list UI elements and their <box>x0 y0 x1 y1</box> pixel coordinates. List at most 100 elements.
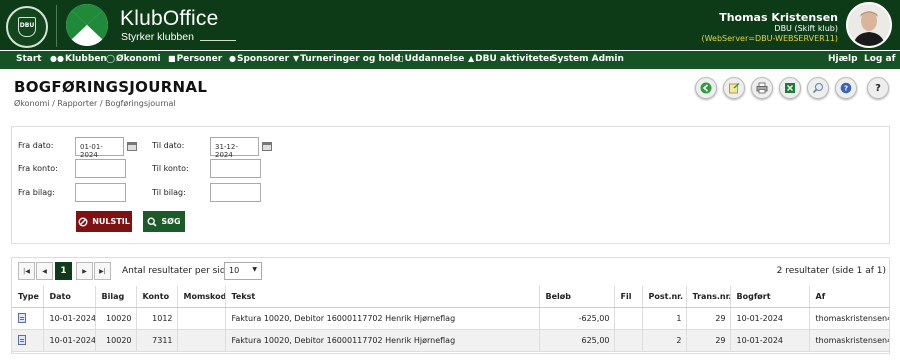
server-info: (WebServer=DBU-WEBSERVER11) <box>701 34 838 43</box>
til-konto-input[interactable] <box>210 159 261 178</box>
col-bilag[interactable]: Bilag <box>95 286 137 308</box>
fra-dato-label: Fra dato: <box>18 141 54 150</box>
col-postnr[interactable]: Post.nr. <box>642 286 687 308</box>
per-page-select[interactable]: 10 ▼ <box>224 262 262 280</box>
breadcrumb[interactable]: Økonomi / Rapporter / Bogføringsjournal <box>14 99 176 108</box>
avatar[interactable] <box>846 2 892 48</box>
brand-subtitle: Styrker klubben <box>121 31 194 43</box>
calendar-icon[interactable] <box>127 142 137 151</box>
nav-oekonomi[interactable]: ◯Økonomi <box>106 54 161 64</box>
nav-dbu-aktiviteter-label: DBU aktiviteter <box>475 54 554 64</box>
nav-oekonomi-label: Økonomi <box>115 54 161 64</box>
fra-konto-input[interactable] <box>75 159 126 178</box>
chevron-down-icon: ▼ <box>252 266 257 273</box>
excel-button[interactable] <box>779 77 801 99</box>
zoom-button[interactable] <box>807 77 829 99</box>
col-fil[interactable]: Fil <box>614 286 643 308</box>
question-button[interactable]: ? <box>867 77 889 99</box>
user-photo-icon <box>848 4 890 46</box>
bilag-cell: 10020 <box>95 307 137 330</box>
col-type[interactable]: Type <box>12 286 44 308</box>
nav-dbu-aktiviteter[interactable]: ▲DBU aktiviteter <box>468 54 554 64</box>
bogfoert-cell: 10-01-2024 <box>730 329 810 352</box>
person-icon: ■ <box>168 54 176 63</box>
fil-cell <box>614 329 643 352</box>
dbu-logo[interactable]: DBU <box>6 6 48 48</box>
dato-cell: 10-01-2024 <box>43 329 96 352</box>
ban-icon <box>78 217 88 226</box>
nav-sponsorer[interactable]: ●Sponsorer <box>229 54 289 64</box>
prev-page-button[interactable]: ◀ <box>36 262 53 280</box>
nav-help[interactable]: Hjælp <box>828 54 858 64</box>
question-icon: ? <box>875 82 881 94</box>
transnr-cell: 29 <box>686 307 731 330</box>
fra-dato-input[interactable]: 01-01-2024 <box>75 137 124 159</box>
user-name[interactable]: Thomas Kristensen <box>719 11 838 24</box>
svg-text:?: ? <box>844 85 848 93</box>
user-club-switch[interactable]: DBU (Skift klub) <box>774 24 838 33</box>
postnr-cell: 1 <box>642 307 687 330</box>
nav-turneringer-label: Turneringer og hold <box>300 54 401 64</box>
nav-uddannelse[interactable]: □Uddannelse <box>396 54 464 64</box>
last-page-button[interactable]: ▶| <box>94 262 111 280</box>
nav-system-admin[interactable]: System Admin <box>551 54 624 64</box>
col-bogfoert[interactable]: Bogført <box>730 286 810 308</box>
document-icon[interactable] <box>18 335 26 345</box>
first-page-button[interactable]: |◀ <box>18 262 35 280</box>
nav-personer[interactable]: ■Personer <box>168 54 222 64</box>
result-count: 2 resultater (side 1 af 1) <box>776 266 886 276</box>
nav-logout[interactable]: Log af <box>864 54 895 64</box>
page-number-button[interactable]: 1 <box>55 262 72 280</box>
col-transnr[interactable]: Trans.nr. <box>686 286 731 308</box>
kluboffice-logo[interactable] <box>66 4 108 46</box>
nav-start[interactable]: Start <box>16 54 42 64</box>
nav-turneringer[interactable]: ▼Turneringer og hold <box>293 54 401 64</box>
export-button[interactable] <box>723 77 745 99</box>
app-header: DBU KlubOffice Styrker klubben Thomas Kr… <box>0 0 900 50</box>
til-bilag-input[interactable] <box>210 183 261 202</box>
type-cell[interactable] <box>12 329 44 352</box>
col-momskode[interactable]: Momskode <box>177 286 226 308</box>
beloeb-cell: 625,00 <box>539 329 615 352</box>
table-header-row: Type Dato Bilag Konto Momskode Tekst Bel… <box>12 286 890 308</box>
table-row[interactable]: 10-01-2024 10020 1012 Faktura 10020, Deb… <box>12 307 890 330</box>
document-icon[interactable] <box>18 313 26 323</box>
search-button[interactable]: SØG <box>143 211 185 232</box>
col-konto[interactable]: Konto <box>136 286 178 308</box>
til-dato-input[interactable]: 31-12-2024 <box>210 137 259 159</box>
excel-icon <box>785 83 795 93</box>
type-cell[interactable] <box>12 307 44 330</box>
money-bag-icon: ● <box>229 54 236 63</box>
col-beloeb[interactable]: Beløb <box>539 286 615 308</box>
nav-klubben-label: Klubben <box>64 54 107 64</box>
col-tekst[interactable]: Tekst <box>225 286 540 308</box>
reset-button-label: NULSTIL <box>92 217 130 226</box>
calendar-icon[interactable] <box>262 142 272 151</box>
header-divider <box>56 5 57 47</box>
certificate-icon: □ <box>396 54 404 63</box>
page-title: BOGFØRINGSJOURNAL <box>14 78 208 96</box>
fra-bilag-input[interactable] <box>75 183 126 202</box>
nav-start-label: Start <box>16 54 42 64</box>
next-page-button[interactable]: ▶ <box>76 262 93 280</box>
back-button[interactable] <box>695 77 717 99</box>
col-af[interactable]: Af <box>809 286 890 308</box>
help-circle-button[interactable]: ? <box>835 77 857 99</box>
konto-cell: 7311 <box>136 329 178 352</box>
table-row[interactable]: 10-01-2024 10020 7311 Faktura 10020, Deb… <box>12 329 890 352</box>
search-icon <box>147 216 157 227</box>
af-cell: thomaskristensen4 <box>809 329 890 352</box>
brand-title: KlubOffice <box>120 7 219 30</box>
print-button[interactable] <box>751 77 773 99</box>
search-button-label: SØG <box>161 217 181 226</box>
col-dato[interactable]: Dato <box>43 286 96 308</box>
beloeb-cell: -625,00 <box>539 307 615 330</box>
postnr-cell: 2 <box>642 329 687 352</box>
zoom-icon <box>812 83 823 94</box>
til-konto-label: Til konto: <box>152 164 189 173</box>
export-icon <box>729 82 740 94</box>
nav-klubben[interactable]: ●●Klubben <box>50 54 107 64</box>
momskode-cell <box>177 329 226 352</box>
transnr-cell: 29 <box>686 329 731 352</box>
reset-button[interactable]: NULSTIL <box>76 211 132 232</box>
